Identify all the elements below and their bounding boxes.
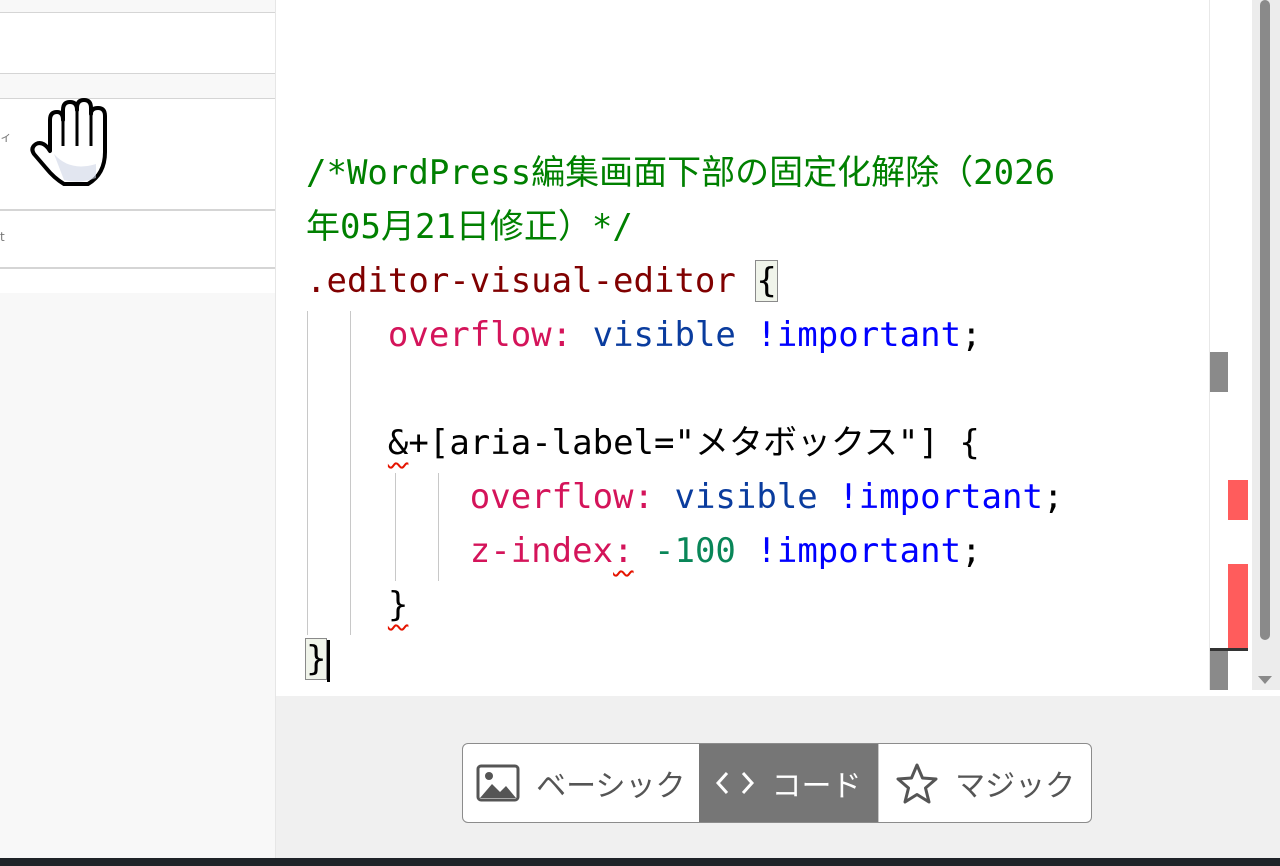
text-caret: [327, 639, 331, 682]
code-token: visible: [572, 315, 757, 355]
code-mode-label: コード: [771, 769, 862, 804]
taskbar: [0, 858, 1280, 866]
code-token: ;: [1042, 477, 1064, 517]
cursor-marker: [1210, 648, 1248, 651]
scrollbar-thumb[interactable]: [1260, 0, 1270, 640]
code-brackets-icon: [716, 771, 755, 795]
code-line[interactable]: /*WordPress編集画面下部の固定化解除（2026: [306, 146, 1063, 200]
editor-mode-switch: ベーシック コード マジック: [462, 743, 1092, 823]
viewport-marker: [1210, 352, 1228, 392]
code-token: !important: [838, 477, 1043, 517]
code-line[interactable]: }: [306, 578, 1063, 632]
code-token: overflow:: [387, 315, 573, 355]
code-token: /*WordPress編集画面下部の固定化解除（2026: [306, 153, 1056, 193]
star-icon: [896, 763, 938, 804]
basic-mode-label: ベーシック: [536, 769, 686, 804]
left-panel-field[interactable]: [0, 12, 275, 74]
code-token: -100: [633, 531, 757, 571]
code-token: 年05月21日修正）*/: [306, 207, 633, 247]
code-token: .editor-visual-editor: [306, 261, 736, 301]
code-line[interactable]: overflow: visible !important;: [306, 470, 1064, 524]
left-panel-text: t: [0, 230, 5, 244]
left-panel-text: ィ: [0, 130, 13, 144]
code-line[interactable]: 年05月21日修正）*/: [306, 200, 1063, 254]
code-token: !important: [756, 531, 962, 571]
code-token: overflow:: [469, 477, 654, 517]
viewport-marker: [1210, 648, 1228, 690]
code-token: ;: [961, 531, 982, 571]
code-line[interactable]: &+[aria-label="メタボックス"] {: [306, 416, 1063, 470]
code-token: &: [387, 423, 409, 463]
image-icon: [476, 764, 520, 802]
left-panel-field[interactable]: [0, 210, 275, 268]
magic-mode-button[interactable]: マジック: [878, 744, 1091, 822]
code-token: +[aria-label="メタボックス"] {: [408, 423, 980, 463]
code-token: }: [387, 585, 409, 625]
code-line[interactable]: [306, 362, 1063, 416]
code-content[interactable]: /*WordPress編集画面下部の固定化解除（2026 年05月21日修正）*/…: [304, 146, 1064, 686]
code-editor[interactable]: /*WordPress編集画面下部の固定化解除（2026 年05月21日修正）*/…: [276, 0, 1210, 696]
scroll-down-arrow-icon[interactable]: [1258, 676, 1272, 684]
code-line[interactable]: overflow: visible !important;: [306, 308, 1063, 362]
code-token: !important: [756, 315, 962, 355]
error-marker: [1228, 480, 1248, 520]
error-marker: [1228, 564, 1248, 648]
code-line[interactable]: .editor-visual-editor {: [306, 254, 1063, 308]
code-token: :: [613, 531, 634, 571]
vertical-scrollbar[interactable]: [1252, 0, 1280, 690]
magic-mode-label: マジック: [955, 769, 1076, 804]
code-line[interactable]: }: [304, 632, 1063, 686]
overview-ruler: [1209, 0, 1228, 690]
code-token: ;: [961, 315, 982, 355]
code-token: visible: [654, 477, 839, 517]
code-token: z-index: [469, 531, 614, 571]
hand-cursor-icon: [30, 98, 107, 186]
code-line[interactable]: z-index: -100 !important;: [306, 524, 1063, 578]
code-token: }: [304, 638, 328, 680]
code-token: {: [755, 260, 778, 302]
basic-mode-button[interactable]: ベーシック: [463, 744, 699, 822]
code-mode-button[interactable]: コード: [698, 744, 879, 822]
left-panel-field[interactable]: [0, 268, 275, 293]
